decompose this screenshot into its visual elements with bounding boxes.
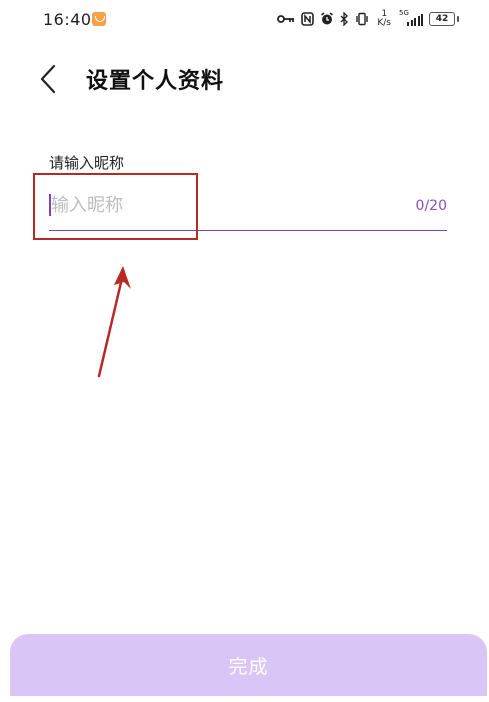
notification-app-icon	[92, 12, 106, 26]
status-time: 16:40	[43, 10, 92, 29]
network-speed: 1 K/s	[377, 10, 391, 28]
done-button[interactable]: 完成	[10, 634, 487, 696]
key-icon	[277, 15, 295, 23]
page-title: 设置个人资料	[86, 69, 225, 94]
nickname-label: 请输入昵称	[49, 154, 125, 172]
network-speed-unit: K/s	[377, 18, 391, 28]
nfc-icon	[301, 12, 315, 26]
alarm-icon	[321, 12, 334, 25]
vibrate-icon	[356, 12, 369, 26]
back-button[interactable]	[36, 62, 64, 96]
signal-icon: 5G	[399, 9, 423, 27]
chevron-left-icon	[40, 64, 56, 94]
status-bar: 16:40 1 K/s 5G 42	[0, 0, 489, 40]
annotation-highlight-box	[33, 173, 198, 240]
bluetooth-icon	[340, 12, 349, 26]
status-icons: 1 K/s 5G 42	[277, 9, 459, 28]
annotation-arrow	[97, 266, 131, 378]
battery-level: 42	[435, 14, 449, 24]
char-counter: 0/20	[415, 198, 447, 214]
battery-icon: 42	[429, 12, 459, 26]
